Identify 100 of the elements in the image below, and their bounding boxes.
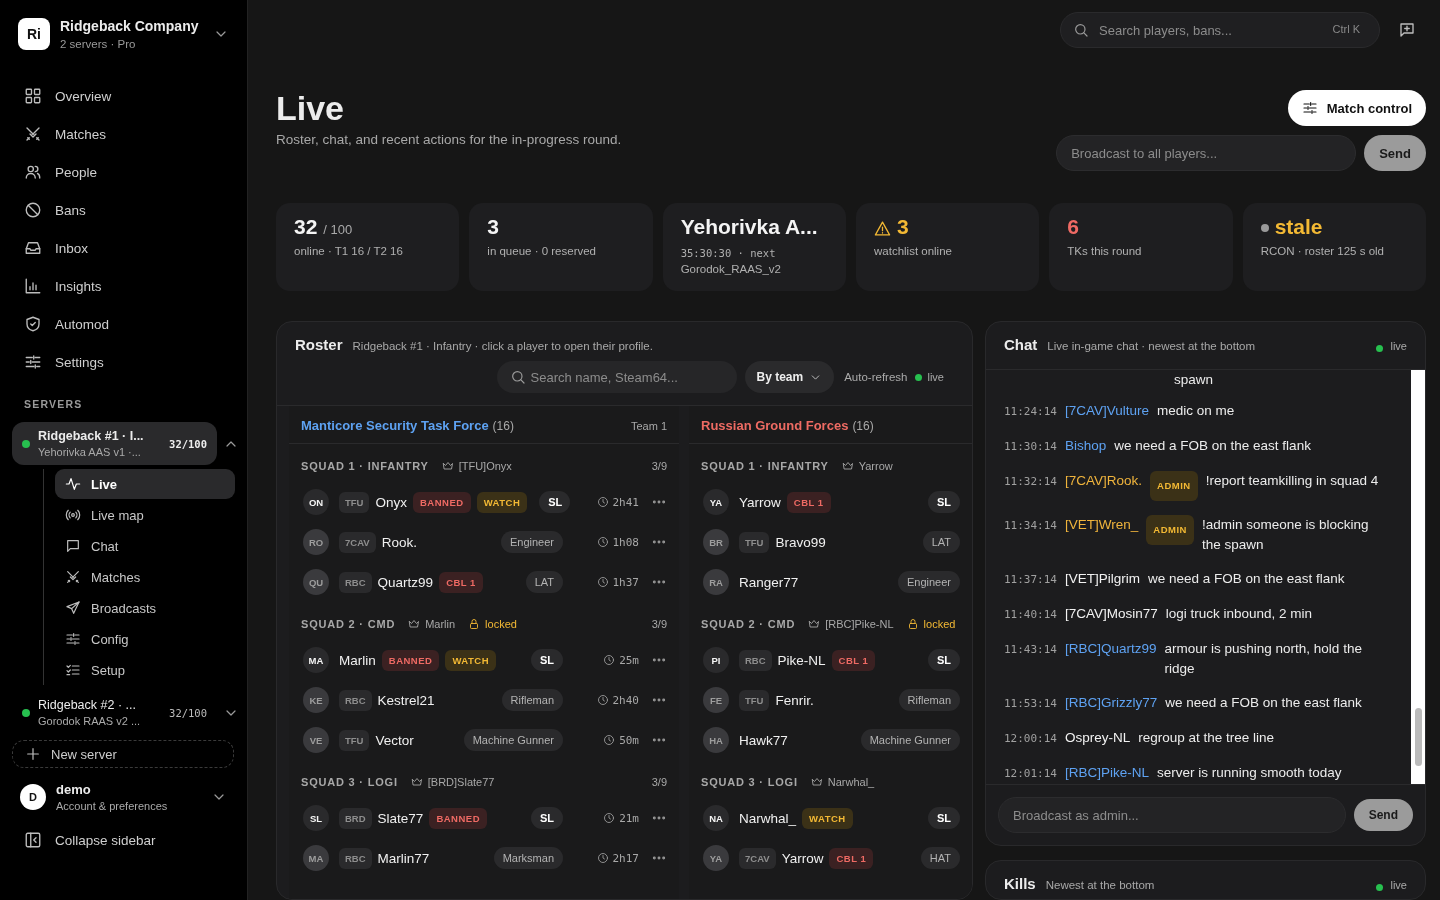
player-row[interactable]: BR TFU Bravo99 LAT: [689, 522, 972, 562]
player-name: Slate77: [377, 810, 424, 826]
squad-name: SQUAD 1 · INFANTRY: [301, 460, 429, 472]
message-author[interactable]: Bishop: [1065, 436, 1107, 456]
nav-item[interactable]: Matches: [12, 116, 235, 152]
clan-tag: 7CAV: [739, 847, 776, 869]
clan-tag: TFU: [339, 491, 370, 513]
message-field[interactable]: Broadcast as admin...: [998, 797, 1346, 833]
section-heading: SERVERS: [24, 398, 84, 410]
nav-item[interactable]: People: [12, 154, 235, 190]
scrollbar[interactable]: [1411, 370, 1425, 784]
message-text: !report teamkilling in squad 4: [1205, 472, 1380, 490]
stat-value: 6: [1067, 215, 1079, 239]
player-row[interactable]: YA Yarrow CBL 1 SL: [689, 482, 972, 522]
clock-icon: [603, 812, 616, 824]
message-time: 11:24:14: [1004, 404, 1057, 420]
avatar: PI: [703, 647, 729, 673]
nav-item[interactable]: Broadcasts: [55, 593, 235, 623]
message-author[interactable]: [RBC]Pike-NL: [1065, 763, 1149, 783]
message-author[interactable]: [7CAV]Rook.: [1065, 471, 1143, 491]
nav-item[interactable]: Inbox: [12, 230, 235, 266]
player-row[interactable]: RA Ranger77 Engineer: [689, 562, 972, 602]
player-row[interactable]: SL BRD Slate77 BANNED SL 21m: [289, 798, 679, 838]
server-item[interactable]: Ridgeback #1 · I... Yehorivka AAS v1 ·... 32/100: [12, 422, 217, 465]
player-row[interactable]: MA RBC Marlin77 Marksman 2h17: [289, 838, 679, 878]
shield-check-icon: [24, 315, 42, 333]
new-server-button[interactable]: New server: [12, 740, 234, 768]
nav-item[interactable]: Matches: [55, 562, 235, 592]
clan-tag: TFU: [739, 689, 770, 711]
role-tag: Rifleman: [501, 689, 563, 711]
crown-icon: [808, 618, 821, 630]
player-row[interactable]: QU RBC Quartz99 CBL 1 LAT 1h37: [289, 562, 679, 602]
panel-title: Roster: [295, 336, 343, 353]
org-switcher[interactable]: Ri Ridgeback Company 2 servers · Pro: [12, 18, 235, 50]
playtime: 21m: [619, 811, 639, 825]
nav-item[interactable]: Bans: [12, 192, 235, 228]
page-subtitle: Roster, chat, and recent actions for the in-progress round.: [276, 132, 622, 147]
nav-item[interactable]: Live: [55, 469, 235, 499]
collapse-sidebar-link[interactable]: Collapse sidebar: [12, 822, 235, 858]
checklist-icon: [65, 662, 81, 678]
player-row[interactable]: KE RBC Kestrel21 Rifleman 2h40: [289, 680, 679, 720]
account-menu[interactable]: D demo Account & preferences: [12, 774, 235, 820]
message-author[interactable]: [7CAV]Vulture: [1065, 401, 1150, 421]
message-author[interactable]: Osprey-NL: [1065, 728, 1131, 748]
send-button[interactable]: Send: [1353, 799, 1413, 831]
send-button[interactable]: Send: [1364, 135, 1426, 171]
squad-leader: Yarrow: [858, 460, 893, 472]
status-label: live: [927, 371, 944, 383]
player-name: Onyx: [375, 494, 407, 510]
clan-tag: RBC: [739, 649, 772, 671]
message-author[interactable]: [VET]Wren_: [1065, 515, 1139, 535]
panel-title: Chat: [1004, 336, 1038, 353]
message-author[interactable]: [7CAV]Mosin77: [1065, 604, 1158, 624]
search-field[interactable]: Search name, Steam64...: [496, 361, 737, 393]
message-author[interactable]: [RBC]Grizzly77: [1065, 693, 1158, 713]
player-row[interactable]: RO 7CAV Rook. Engineer 1h08: [289, 522, 679, 562]
nav-item[interactable]: Setup: [55, 655, 235, 685]
squad-leader: [RBC]Pike-NL: [825, 618, 894, 630]
nav-item[interactable]: Overview: [12, 78, 235, 114]
nav-item[interactable]: Config: [55, 624, 235, 654]
nav-item[interactable]: Automod: [12, 306, 235, 342]
watch-tag: WATCH: [476, 491, 528, 513]
locked-label: locked: [485, 618, 517, 630]
search-icon: [509, 369, 526, 385]
player-row[interactable]: HA Hawk77 Machine Gunner: [689, 720, 972, 760]
message-time: 11:43:14: [1004, 642, 1057, 658]
role-tag: Machine Gunner: [463, 729, 563, 751]
player-row[interactable]: YA 7CAV Yarrow CBL 1 HAT: [689, 838, 972, 878]
avatar: D: [20, 784, 46, 810]
nav-item[interactable]: Chat: [55, 531, 235, 561]
nav-item[interactable]: Live map: [55, 500, 235, 530]
player-row[interactable]: MA Marlin BANNED WATCH SL 25m: [289, 640, 679, 680]
player-row[interactable]: PI RBC Pike-NL CBL 1 SL: [689, 640, 972, 680]
nav-item[interactable]: Insights: [12, 268, 235, 304]
broadcast-field[interactable]: Broadcast to all players...: [1056, 135, 1357, 171]
message-time: 11:53:14: [1004, 696, 1057, 712]
message-time: 11:30:14: [1004, 439, 1057, 455]
player-row[interactable]: ON TFU Onyx BANNED WATCH SL 2h41: [289, 482, 679, 522]
player-name: Yarrow: [781, 850, 824, 866]
player-row[interactable]: VE TFU Vector Machine Gunner 50m: [289, 720, 679, 760]
clock-icon: [603, 734, 616, 746]
nav-item[interactable]: Settings: [12, 344, 235, 380]
match-control-button[interactable]: Match control: [1287, 90, 1426, 126]
stat-value: Yehorivka A...: [680, 215, 818, 239]
admin-tag: ADMIN: [1150, 471, 1198, 501]
locked-label: locked: [923, 618, 956, 630]
player-count: 32/100: [169, 706, 207, 719]
message-author[interactable]: [RBC]Quartz99: [1065, 639, 1157, 659]
group-by-dropdown[interactable]: By team: [744, 361, 835, 393]
message-author[interactable]: [VET]Pilgrim: [1065, 569, 1140, 589]
crossed-swords-icon: [65, 569, 81, 585]
panel-title: Kills: [1004, 875, 1036, 892]
player-row[interactable]: NA Narwhal_ WATCH SL: [689, 798, 972, 838]
role-tag: Engineer: [897, 571, 960, 593]
player-row[interactable]: FE TFU Fenrir. Rifleman: [689, 680, 972, 720]
player-name: Rook.: [381, 534, 417, 550]
player-name: Narwhal_: [739, 810, 797, 826]
server-item[interactable]: Ridgeback #2 · ... Gorodok RAAS v2 ... 32/100: [12, 691, 217, 734]
stat-caption: in queue · 0 reserved: [487, 245, 597, 257]
team-name: Russian Ground Forces: [701, 418, 849, 433]
